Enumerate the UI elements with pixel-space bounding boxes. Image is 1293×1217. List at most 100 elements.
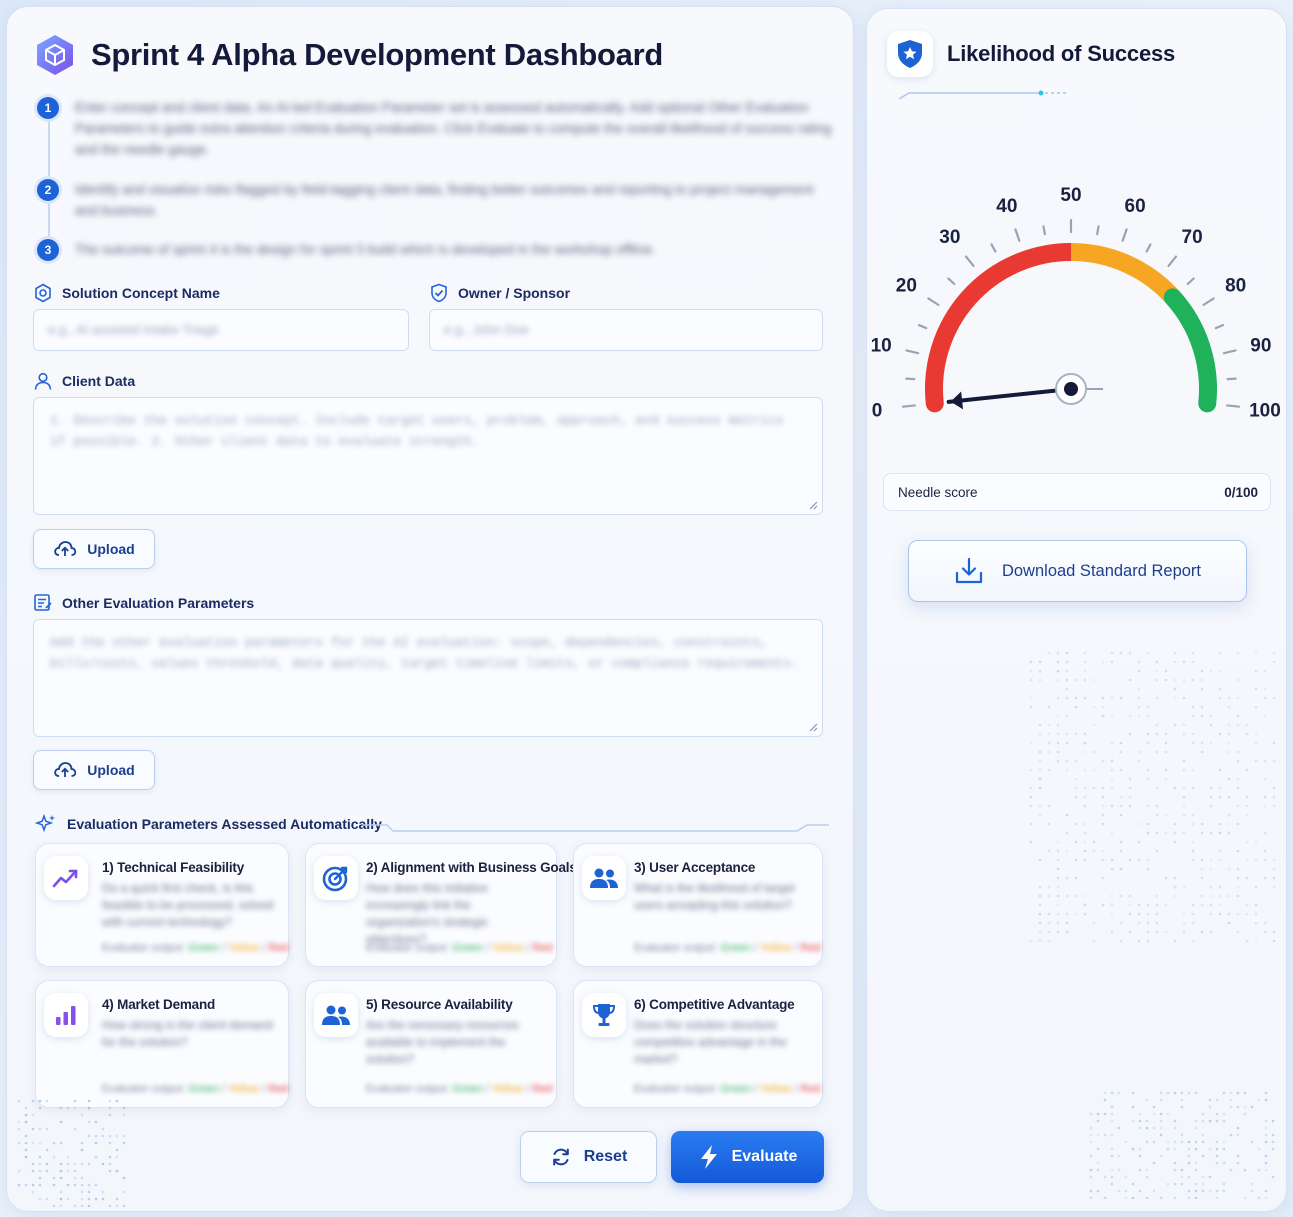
param-card-competitive-advantage: 6) Competitive Advantage Does the soluti… [573,980,823,1108]
gauge-tick [1145,243,1152,253]
download-icon [955,557,983,584]
gauge-tick-label: 30 [939,227,960,248]
concept-label: Solution Concept Name [33,283,220,303]
resize-handle-icon[interactable] [808,722,818,732]
page-title: Sprint 4 Alpha Development Dashboard [91,37,663,72]
owner-sponsor-input[interactable]: e.g., John Doe [429,309,823,351]
step-number: 1 [37,97,59,119]
step-text: Identify and visualize risks flagged by … [75,182,814,218]
success-title: Likelihood of Success [947,41,1176,66]
gauge-tick [1014,228,1021,242]
gauge-hub-center [1064,382,1078,396]
param-card-technical-feasibility: 1) Technical Feasibility Do a quick firs… [35,843,289,967]
client-data-textarea[interactable]: 1. Describe the solution concept. Includ… [33,397,823,515]
gauge-tick [1226,377,1237,381]
shield-star-icon [898,40,922,68]
gauge-tick [927,297,940,306]
gauge-tick [947,277,956,286]
bar-chart-icon [56,1006,76,1025]
owner-label: Owner / Sponsor [429,283,570,303]
step-number: 2 [37,179,59,201]
gauge-tick [1202,297,1215,306]
document-list-icon [34,594,52,611]
divider-line [898,90,1067,100]
lightning-icon [700,1145,717,1169]
gauge-tick [901,404,916,408]
trend-up-icon [52,869,78,888]
other-params-upload-button[interactable]: Upload [33,750,155,790]
decorative-dots [17,1099,125,1207]
trophy-icon [592,1004,616,1026]
main-panel: Sprint 4 Alpha Development Dashboard 1 E… [6,6,854,1212]
gauge-tick-label: 10 [871,335,892,356]
step-2: 2 Identify and visualize risks flagged b… [37,179,837,221]
gauge-tick-label: 90 [1250,335,1271,356]
step-3: 3 The outcome of sprint 4 is the design … [37,239,656,261]
step-text: Enter concept and client data. An AI-led… [75,100,832,157]
gauge-tick [1186,277,1195,286]
divider-line [363,824,829,832]
success-panel: Likelihood of Success 0 10 20 30 40 50 60 70 80 9… [866,8,1287,1212]
gauge-tick [1121,228,1128,242]
param-card-resource-availability: 5) Resource Availability Are the necessa… [305,980,557,1108]
step-text: The outcome of sprint 4 is the design fo… [75,242,656,257]
gauge-tick [1096,225,1100,236]
gauge-tick-label: 70 [1182,227,1203,248]
team-icon [322,1005,350,1025]
gauge-needle-head [950,391,964,410]
step-number: 3 [37,239,59,261]
success-gauge: 0 10 20 30 40 50 60 70 80 90 100 [871,185,1281,421]
header: Sprint 4 Alpha Development Dashboard [33,33,663,77]
cloud-upload-icon [54,762,77,777]
gauge-tick [964,255,975,268]
concept-name-input[interactable]: e.g., AI assisted Intake Triage [33,309,409,351]
evaluate-button[interactable]: Evaluate [671,1131,824,1183]
badge-gear-icon [35,283,51,303]
gauge-needle [946,387,1073,404]
resize-handle-icon[interactable] [808,500,818,510]
gauge-zone-2 [1163,288,1217,413]
gauge-tick-label: 0 [872,400,883,421]
needle-score-box: Needle score 0/100 [883,473,1271,511]
gauge-tick [905,349,920,355]
other-params-textarea[interactable]: Add the other evaluation parameters for … [33,619,823,737]
cloud-upload-icon [54,541,77,556]
gauge-tick [917,323,928,330]
shield-check-icon [431,283,447,303]
target-icon [322,866,348,892]
gauge-tick-label: 80 [1225,276,1246,297]
gauge-tick [1222,349,1237,355]
success-header: Likelihood of Success [887,31,1175,77]
sparkle-icon [35,813,55,833]
gauge-zone-0 [925,243,1080,413]
decorative-dots [1029,651,1276,943]
gauge-tick-label: 20 [896,276,917,297]
user-icon [34,372,52,390]
client-data-upload-button[interactable]: Upload [33,529,155,569]
other-params-label: Other Evaluation Parameters [33,593,254,613]
gauge-tick-label: 100 [1249,400,1281,421]
gauge-tick [1042,225,1046,236]
param-card-business-alignment: 2) Alignment with Business Goals How doe… [305,843,577,967]
gauge-tick [990,243,997,253]
gauge-tick [1226,404,1241,408]
gauge-tick [1214,323,1225,330]
decorative-dots [1089,1091,1275,1199]
cube-logo-icon [37,35,73,75]
gauge-tick-label: 50 [1060,185,1081,206]
gauge-tick-label: 60 [1125,196,1146,217]
gauge-tick-label: 40 [996,196,1017,217]
download-report-button[interactable]: Download Standard Report [908,540,1247,602]
refresh-icon [552,1148,569,1166]
gauge-zone-1 [1070,243,1180,304]
needle-score-label: Needle score [898,484,978,500]
gauge-tick [1167,255,1178,268]
reset-button[interactable]: Reset [520,1131,657,1183]
param-card-user-acceptance: 3) User Acceptance What is the likelihoo… [573,843,823,967]
client-data-label: Client Data [33,371,135,391]
needle-score-value: 0/100 [1224,484,1258,500]
users-icon [590,868,618,888]
step-1: 1 Enter concept and client data. An AI-l… [37,97,837,160]
auto-params-heading: Evaluation Parameters Assessed Automatic… [35,813,382,835]
param-card-market-demand: 4) Market Demand How strong is the clien… [35,980,289,1108]
